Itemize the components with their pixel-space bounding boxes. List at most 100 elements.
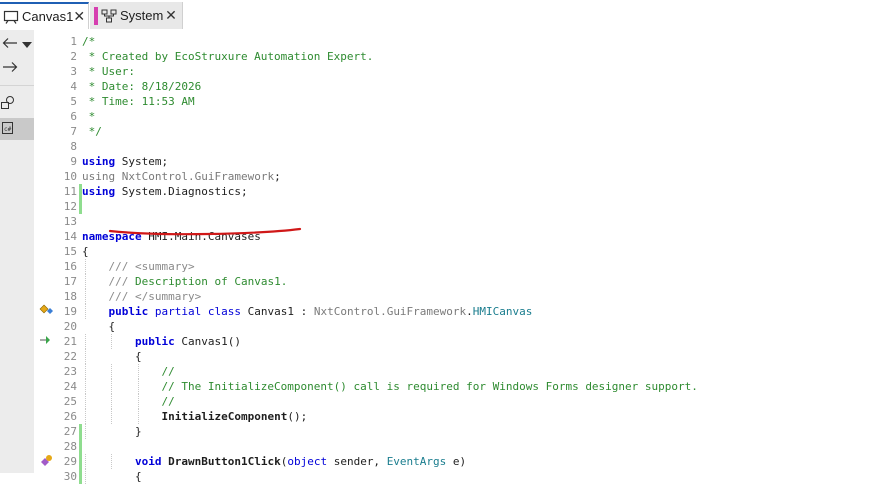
code-text: { xyxy=(82,245,89,258)
system-icon xyxy=(101,8,117,24)
left-toolbox: c# xyxy=(0,30,34,473)
code-text: using System.Diagnostics; xyxy=(82,185,248,198)
code-line[interactable]: 27 } xyxy=(35,424,873,439)
document-tab-bar: Canvas1 ✕ System ✕ xyxy=(0,0,873,30)
code-line[interactable]: 10 using NxtControl.GuiFramework; xyxy=(35,169,873,184)
code-text: } xyxy=(82,425,142,438)
line-number: 14 xyxy=(63,230,77,243)
code-text: * User: xyxy=(82,65,135,78)
code-line[interactable]: 4 * Date: 8/18/2026 xyxy=(35,79,873,94)
red-underline-annotation xyxy=(108,227,302,236)
code-text: // xyxy=(82,365,175,378)
tab-canvas1-label: Canvas1 xyxy=(22,9,74,24)
code-line[interactable]: 15 { xyxy=(35,244,873,259)
canvas-icon xyxy=(3,9,19,25)
code-lines[interactable]: 1/* 2 * Created by EcoStruxure Automation… xyxy=(35,34,873,484)
dropdown-icon[interactable] xyxy=(22,36,32,52)
line-number: 6 xyxy=(70,110,77,123)
line-number: 5 xyxy=(70,95,77,108)
code-text: /// <summary> xyxy=(108,260,195,273)
line-number: 17 xyxy=(63,275,77,288)
code-line[interactable]: 16 /// <summary> xyxy=(35,259,873,274)
line-number: 26 xyxy=(63,410,77,423)
code-line[interactable]: 24 // The InitializeComponent() call is … xyxy=(35,379,873,394)
code-text: { xyxy=(82,470,142,483)
change-marker xyxy=(79,439,82,454)
code-line[interactable]: 25 // xyxy=(35,394,873,409)
close-icon[interactable]: ✕ xyxy=(164,7,178,23)
line-number: 1 xyxy=(70,35,77,48)
code-line[interactable]: 17 /// Description of Canvas1. xyxy=(35,274,873,289)
code-line[interactable]: 29 void DrawnButton1Click(object sender,… xyxy=(35,454,873,469)
code-text: // xyxy=(82,395,175,408)
code-line[interactable]: 28 xyxy=(35,439,873,454)
line-number: 18 xyxy=(63,290,77,303)
designer-view-button[interactable] xyxy=(0,93,34,115)
code-text: */ xyxy=(82,125,102,138)
code-text: * Created by EcoStruxure Automation Expe… xyxy=(82,50,374,63)
line-number: 9 xyxy=(70,155,77,168)
code-line[interactable]: 5 * Time: 11:53 AM xyxy=(35,94,873,109)
code-line[interactable]: 21 public Canvas1() xyxy=(35,334,873,349)
code-text: * xyxy=(82,110,96,123)
code-text: /// Description of Canvas1. xyxy=(108,275,288,288)
code-line[interactable]: 1 /* xyxy=(35,34,873,49)
code-file-icon: c# xyxy=(0,120,16,139)
code-line[interactable]: 18 /// </summary> xyxy=(35,289,873,304)
code-text: public partial class Canvas1 : NxtContro… xyxy=(108,305,533,318)
code-line[interactable]: 6 * xyxy=(35,109,873,124)
line-number: 28 xyxy=(63,440,77,453)
tab-canvas1[interactable]: Canvas1 ✕ xyxy=(0,2,89,29)
code-line[interactable]: 26 InitializeComponent(); xyxy=(35,409,873,424)
line-number: 7 xyxy=(70,125,77,138)
change-marker xyxy=(79,199,82,214)
line-number: 4 xyxy=(70,80,77,93)
code-text: * Date: 8/18/2026 xyxy=(82,80,202,93)
code-line[interactable]: 23 // xyxy=(35,364,873,379)
code-line[interactable]: 2 * Created by EcoStruxure Automation Ex… xyxy=(35,49,873,64)
back-arrow-icon xyxy=(2,36,18,52)
code-line[interactable]: 11 using System.Diagnostics; xyxy=(35,184,873,199)
code-line[interactable]: 7 */ xyxy=(35,124,873,139)
code-text: /// </summary> xyxy=(108,290,202,303)
code-line[interactable]: 3 * User: xyxy=(35,64,873,79)
line-number: 2 xyxy=(70,50,77,63)
code-line[interactable]: 12 xyxy=(35,199,873,214)
forward-arrow-icon xyxy=(2,60,18,76)
line-number: 15 xyxy=(63,245,77,258)
line-number: 30 xyxy=(63,470,77,483)
forward-button[interactable] xyxy=(0,57,34,79)
code-editor[interactable]: 1/* 2 * Created by EcoStruxure Automation… xyxy=(35,30,873,484)
line-number: 25 xyxy=(63,395,77,408)
code-line[interactable]: 8 xyxy=(35,139,873,154)
code-text: void DrawnButton1Click(object sender, Ev… xyxy=(134,455,467,468)
event-handler-glyph-icon[interactable] xyxy=(38,453,54,467)
shapes-icon xyxy=(0,95,16,114)
line-number: 11 xyxy=(63,185,77,198)
code-line[interactable]: 9 using System; xyxy=(35,154,873,169)
code-line[interactable]: 20 { xyxy=(35,319,873,334)
code-text: { xyxy=(82,350,142,363)
line-number: 13 xyxy=(63,215,77,228)
code-view-button[interactable]: c# xyxy=(0,118,34,140)
code-line[interactable]: 19 public partial class Canvas1 : NxtCon… xyxy=(35,304,873,319)
tab-system-label: System xyxy=(120,8,164,23)
line-number: 22 xyxy=(63,350,77,363)
close-icon[interactable]: ✕ xyxy=(73,8,85,24)
line-number: 20 xyxy=(63,320,77,333)
tab-system[interactable]: System ✕ xyxy=(90,2,183,29)
line-number: 29 xyxy=(63,455,77,468)
line-number: 24 xyxy=(63,380,77,393)
line-number: 8 xyxy=(70,140,77,153)
code-text: using NxtControl.GuiFramework; xyxy=(82,170,281,183)
line-number: 10 xyxy=(63,170,77,183)
member-glyph-icon[interactable] xyxy=(38,333,54,347)
line-number: 23 xyxy=(63,365,77,378)
code-text: /* xyxy=(82,35,96,48)
line-number: 19 xyxy=(63,305,77,318)
code-line[interactable]: 22 { xyxy=(35,349,873,364)
override-glyph-icon[interactable] xyxy=(38,303,54,317)
back-button[interactable] xyxy=(0,33,34,55)
code-line[interactable]: 30 { xyxy=(35,469,873,484)
line-number: 12 xyxy=(63,200,77,213)
